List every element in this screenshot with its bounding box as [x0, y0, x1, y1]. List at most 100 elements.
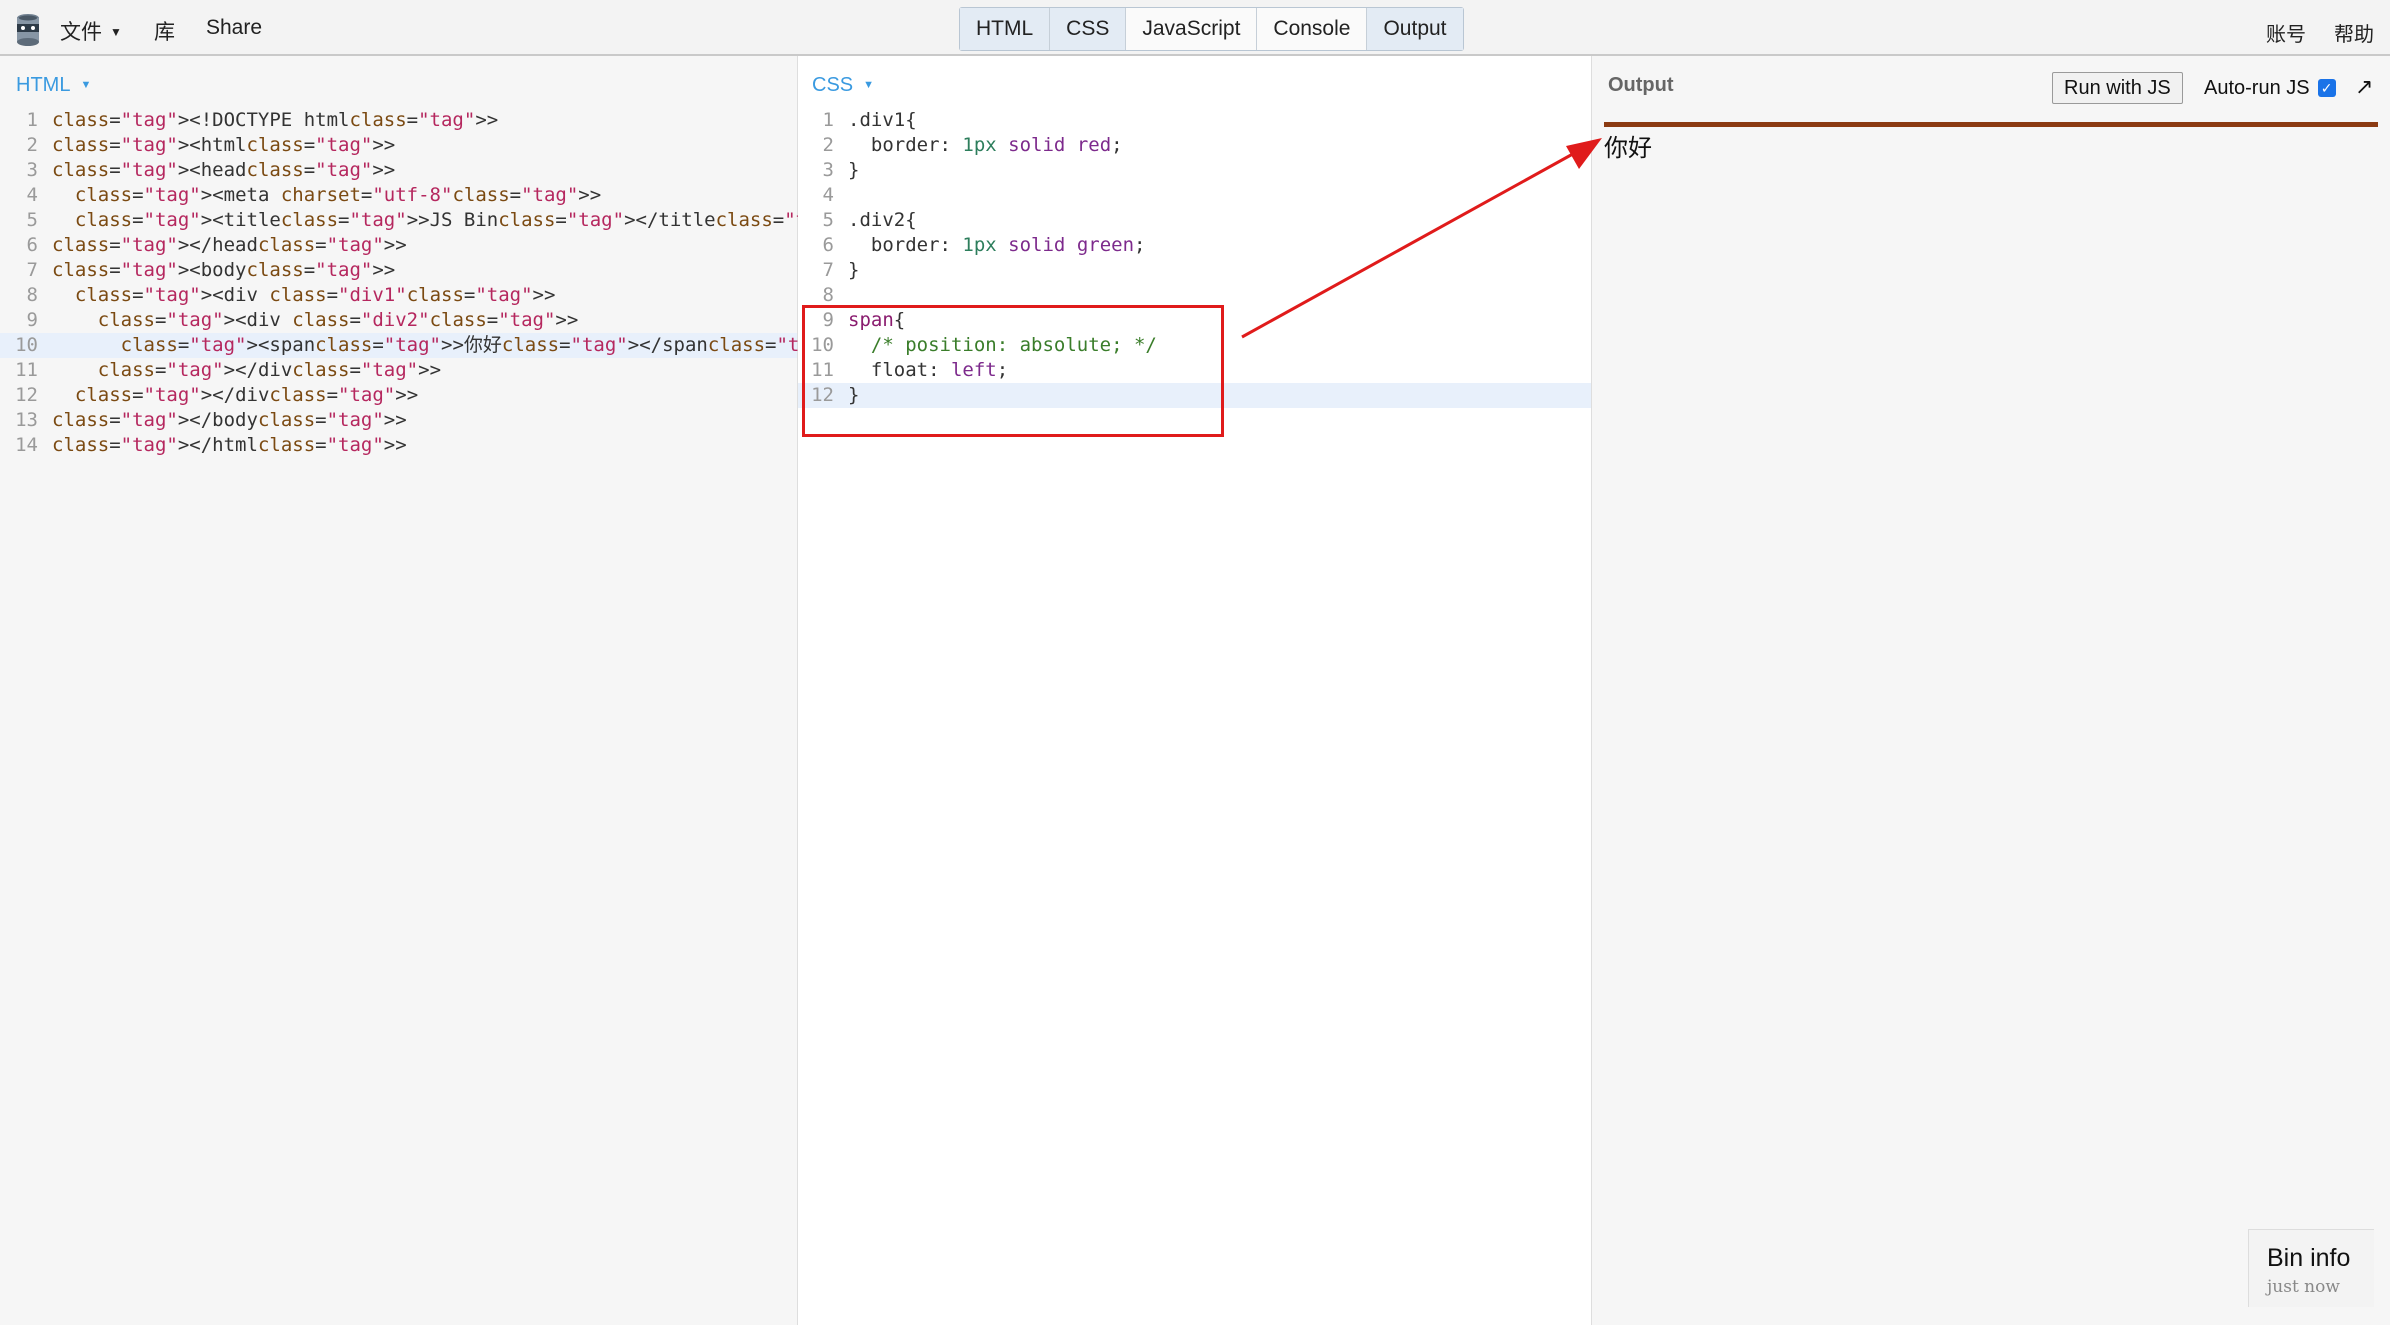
output-preview: 你好	[1604, 122, 2378, 1242]
html-code-line[interactable]: 9 class="tag"><div class="div2"class="ta…	[0, 308, 797, 333]
line-number: 2	[822, 134, 834, 156]
html-panel-label[interactable]: HTML ▼	[16, 74, 91, 97]
html-code-line[interactable]: 5 class="tag"><titleclass="tag">>JS Binc…	[0, 208, 865, 233]
code-text: border: 1px solid red;	[848, 134, 1123, 156]
html-code-line[interactable]: 11 class="tag"></divclass="tag">>	[0, 358, 797, 383]
code-text: class="tag"><titleclass="tag">>JS Bincla…	[74, 209, 864, 231]
autorun-js-toggle[interactable]: Auto-run JS ✓	[2204, 77, 2336, 100]
line-number: 7	[26, 259, 38, 281]
code-text: class="tag"><htmlclass="tag">>	[52, 134, 396, 156]
line-number: 5	[26, 209, 38, 231]
caret-down-icon: ▼	[863, 79, 875, 91]
html-code-line[interactable]: 3 class="tag"><headclass="tag">>	[0, 158, 797, 183]
line-number: 8	[26, 284, 38, 306]
popout-arrow-icon[interactable]: ↗	[2355, 74, 2373, 100]
tab-console[interactable]: Console	[1257, 8, 1368, 50]
file-menu-label: 文件	[60, 21, 102, 44]
line-number: 5	[822, 209, 834, 231]
code-text: class="tag"></divclass="tag">>	[74, 384, 419, 406]
html-code-line[interactable]: 12 class="tag"></divclass="tag">>	[0, 383, 797, 408]
html-code-line[interactable]: 1 class="tag"><!DOCTYPE htmlclass="tag">>	[0, 108, 797, 133]
caret-down-icon: ▼	[80, 79, 92, 91]
css-code-line[interactable]: 2 border: 1px solid red;	[798, 133, 1591, 158]
autorun-js-label: Auto-run JS	[2204, 77, 2310, 99]
code-text: class="tag"><div class="div1"class="tag"…	[74, 284, 556, 306]
line-number: 3	[26, 159, 38, 181]
code-text: class="tag"></bodyclass="tag">>	[52, 409, 407, 431]
code-text: class="tag"><spanclass="tag">>你好class="t…	[120, 334, 857, 356]
tab-css[interactable]: CSS	[1050, 8, 1127, 50]
css-code-line[interactable]: 3}	[798, 158, 1591, 183]
code-text: .div1{	[848, 109, 917, 131]
html-panel: HTML ▼ 1 class="tag"><!DOCTYPE htmlclass="…	[0, 56, 865, 1325]
account-menu[interactable]: 账号	[2266, 18, 2306, 47]
tab-output[interactable]: Output	[1367, 8, 1463, 50]
html-code-line[interactable]: 13 class="tag"></bodyclass="tag">>	[0, 408, 797, 433]
css-code-line[interactable]: 7}	[798, 258, 1591, 283]
checkbox-checked-icon[interactable]: ✓	[2317, 79, 2336, 97]
html-code-line[interactable]: 10 class="tag"><spanclass="tag">>你好class…	[0, 333, 857, 358]
code-text: class="tag"></headclass="tag">>	[52, 234, 407, 256]
output-panel-title: Output	[1608, 74, 1674, 96]
css-panel: CSS ▼ 1 .div1{2 border: 1px solid red; 3} 4 5…	[798, 56, 1592, 1325]
file-menu[interactable]: 文件 ▼	[60, 16, 122, 46]
caret-down-icon: ▼	[110, 25, 122, 39]
panel-tabs: HTML CSS JavaScript Console Output	[959, 7, 1464, 51]
bin-info-time: just now	[2267, 1277, 2340, 1297]
html-code-line[interactable]: 2 class="tag"><htmlclass="tag">>	[0, 133, 797, 158]
code-text: }	[848, 159, 860, 181]
line-number: 13	[15, 409, 38, 431]
line-number: 12	[15, 384, 38, 406]
code-text: border: 1px solid green;	[848, 234, 1146, 256]
share-menu[interactable]: Share	[206, 16, 262, 40]
bin-info-title: Bin info	[2267, 1244, 2351, 1272]
annotation-highlight-box	[802, 305, 1224, 437]
line-number: 3	[822, 159, 834, 181]
html-code-line[interactable]: 7 class="tag"><bodyclass="tag">>	[0, 258, 797, 283]
css-code-line[interactable]: 4	[798, 183, 1591, 208]
line-number: 6	[822, 234, 834, 256]
line-number: 10	[15, 334, 38, 356]
html-panel-title: HTML	[16, 74, 71, 96]
tab-javascript[interactable]: JavaScript	[1126, 8, 1258, 50]
line-number: 7	[822, 259, 834, 281]
line-number: 14	[15, 434, 38, 456]
line-number: 2	[26, 134, 38, 156]
top-bar: 文件 ▼ 库 Share HTML CSS JavaScript Console …	[0, 0, 2390, 56]
bin-info-box[interactable]: Bin info just now	[2248, 1229, 2374, 1307]
css-code-line[interactable]: 1 .div1{	[798, 108, 1591, 133]
code-text: class="tag"><bodyclass="tag">>	[52, 259, 396, 281]
css-panel-title: CSS	[812, 74, 854, 96]
line-number: 6	[26, 234, 38, 256]
line-number: 9	[26, 309, 38, 331]
html-code-line[interactable]: 6 class="tag"></headclass="tag">>	[0, 233, 797, 258]
output-div-border	[1604, 122, 2378, 127]
html-code-editor[interactable]: 1 class="tag"><!DOCTYPE htmlclass="tag">>…	[0, 108, 865, 458]
code-text: }	[848, 259, 860, 281]
html-code-line[interactable]: 14 class="tag"></htmlclass="tag">>	[0, 433, 797, 458]
css-panel-label[interactable]: CSS ▼	[812, 74, 874, 97]
line-number: 4	[822, 184, 834, 206]
code-text: class="tag"><div class="div2"class="tag"…	[97, 309, 579, 331]
html-code-line[interactable]: 8 class="tag"><div class="div1"class="ta…	[0, 283, 797, 308]
output-span-text: 你好	[1604, 135, 1652, 162]
css-code-line[interactable]: 5 .div2{	[798, 208, 1591, 233]
line-number: 11	[15, 359, 38, 381]
line-number: 1	[822, 109, 834, 131]
html-code-line[interactable]: 4 class="tag"><meta charset="utf-8"class…	[0, 183, 797, 208]
run-with-js-button[interactable]: Run with JS	[2052, 72, 2183, 104]
line-number: 1	[26, 109, 38, 131]
code-text: class="tag"></htmlclass="tag">>	[52, 434, 407, 456]
jsbin-logo-icon[interactable]	[14, 12, 42, 48]
css-code-line[interactable]: 6 border: 1px solid green;	[798, 233, 1591, 258]
library-menu[interactable]: 库	[154, 16, 175, 46]
code-text: class="tag"><!DOCTYPE htmlclass="tag">>	[52, 109, 499, 131]
code-text: class="tag"><meta charset="utf-8"class="…	[74, 184, 602, 206]
output-panel: Output Run with JS Auto-run JS ✓ ↗ 你好	[1592, 56, 2390, 1325]
code-text: class="tag"></divclass="tag">>	[97, 359, 442, 381]
code-text: class="tag"><headclass="tag">>	[52, 159, 396, 181]
help-menu[interactable]: 帮助	[2334, 18, 2374, 47]
line-number: 4	[26, 184, 38, 206]
tab-html[interactable]: HTML	[960, 8, 1051, 50]
code-text: .div2{	[848, 209, 917, 231]
